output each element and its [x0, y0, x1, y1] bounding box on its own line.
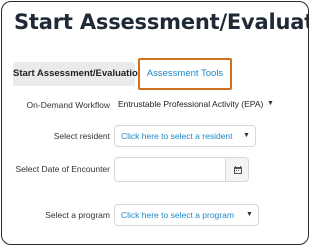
date-input[interactable]	[114, 157, 226, 182]
chevron-down-icon: ▼	[243, 132, 250, 139]
tab-start-assessment[interactable]: Start Assessment/Evaluation	[13, 62, 144, 86]
chevron-down-icon: ▼	[267, 100, 274, 107]
resident-select[interactable]: Click here to select a resident ▼	[114, 125, 256, 147]
tab-bar: Start Assessment/Evaluation Assessment T…	[12, 58, 302, 90]
resident-select-placeholder: Click here to select a resident	[121, 131, 233, 141]
workflow-select-value: Entrustable Professional Activity (EPA)	[118, 99, 264, 109]
program-select-placeholder: Click here to select a program	[121, 210, 234, 220]
resident-label: Select resident	[53, 131, 110, 141]
assessment-panel: Start Assessment/Evaluation Start Assess…	[1, 1, 309, 245]
tab-assessment-tools[interactable]: Assessment Tools	[138, 58, 232, 90]
program-select[interactable]: Click here to select a program ▼	[114, 204, 259, 226]
date-label: Select Date of Encounter	[15, 164, 110, 174]
chevron-down-icon: ▼	[246, 211, 253, 218]
program-label: Select a program	[45, 210, 110, 220]
calendar-icon	[234, 166, 242, 174]
workflow-label: On-Demand Workflow	[26, 100, 110, 110]
page-title: Start Assessment/Evaluation	[14, 10, 308, 34]
calendar-button[interactable]	[225, 157, 249, 182]
workflow-select[interactable]: Entrustable Professional Activity (EPA) …	[114, 93, 278, 115]
